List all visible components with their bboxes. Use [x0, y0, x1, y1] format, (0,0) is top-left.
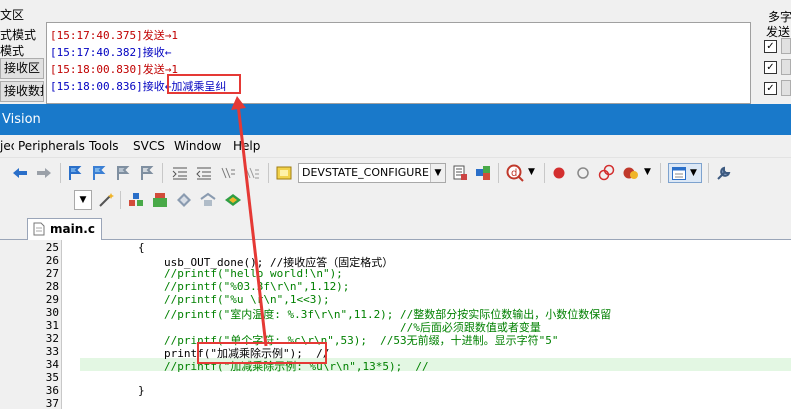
screenshot-root: 文区 式模式 模式 接收区 接收数据 [15:17:40.375]发送→1 [1… [0, 0, 791, 409]
annotation-arrow-icon [231, 96, 268, 347]
